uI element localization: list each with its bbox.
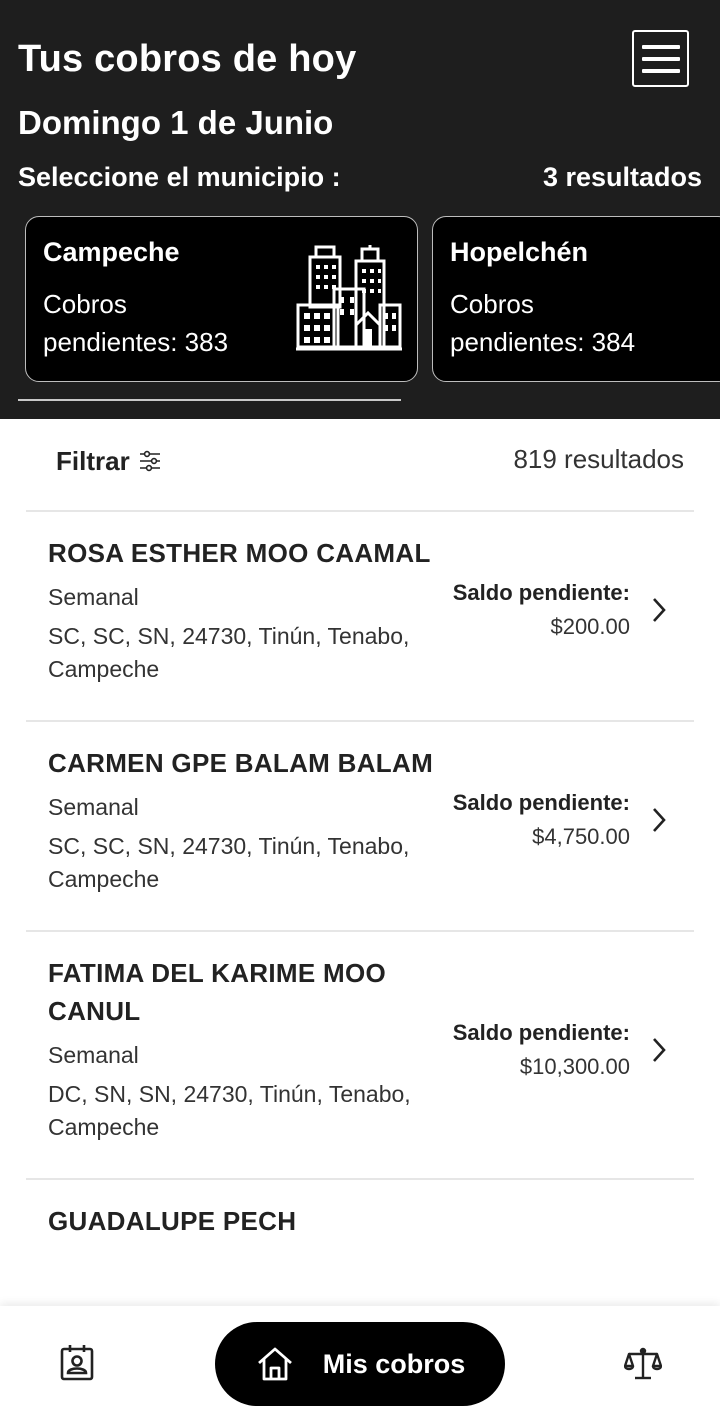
client-frequency: Semanal bbox=[48, 584, 139, 610]
saldo-value: $10,300.00 bbox=[519, 1054, 630, 1079]
client-name: ROSA ESTHER MOO CAAMAL bbox=[48, 538, 431, 568]
chevron-right-icon bbox=[653, 1038, 666, 1062]
hamburger-menu-button[interactable] bbox=[632, 30, 689, 87]
municipality-card-campeche[interactable]: Campeche Cobros pendientes: 383 bbox=[25, 216, 418, 382]
city-buildings-icon bbox=[296, 245, 402, 351]
client-row[interactable]: CARMEN GPE BALAM BALAM Semanal SC, SC, S… bbox=[26, 722, 694, 930]
pending-value: pendientes: 384 bbox=[450, 327, 636, 357]
date-label: Domingo 1 de Junio bbox=[18, 104, 334, 141]
client-name: CARMEN GPE BALAM BALAM bbox=[48, 748, 434, 778]
page-title: Tus cobros de hoy bbox=[18, 38, 357, 80]
client-address: SC, SC, SN, 24730, Tinún, Tenabo, Campec… bbox=[48, 623, 410, 682]
bottom-navigation: Mis cobros bbox=[0, 1306, 720, 1420]
filter-label: Filtrar bbox=[56, 445, 130, 476]
pending-label: Cobros bbox=[43, 289, 127, 319]
municipality-name: Hopelchén bbox=[450, 237, 589, 267]
clients-list: ROSA ESTHER MOO CAAMAL Semanal SC, SC, S… bbox=[26, 510, 694, 1300]
saldo-label: Saldo pendiente: bbox=[452, 580, 630, 605]
filter-button[interactable]: Filtrar bbox=[56, 444, 162, 478]
menu-icon-bar bbox=[641, 44, 680, 49]
chevron-right-icon bbox=[653, 598, 666, 622]
municipality-prompt: Seleccione el municipio : bbox=[18, 162, 341, 192]
municipality-card-hopelchen[interactable]: Hopelchén Cobros pendientes: 384 bbox=[432, 216, 720, 382]
client-row[interactable]: GUADALUPE PECH bbox=[26, 1180, 694, 1300]
home-icon bbox=[257, 1347, 292, 1381]
nav-center-label: Mis cobros bbox=[322, 1348, 466, 1379]
my-collections-nav-button[interactable]: Mis cobros bbox=[215, 1322, 505, 1406]
municipality-name: Campeche bbox=[43, 237, 180, 267]
client-address: DC, SN, SN, 24730, Tinún, Tenabo, Campec… bbox=[48, 1081, 411, 1140]
client-frequency: Semanal bbox=[48, 1042, 139, 1068]
menu-icon-bar bbox=[641, 56, 680, 61]
municipality-count: 3 resultados bbox=[542, 162, 702, 192]
contact-badge-icon[interactable] bbox=[58, 1344, 96, 1382]
sliders-icon bbox=[139, 450, 160, 472]
scale-icon[interactable] bbox=[624, 1346, 662, 1382]
client-name: FATIMA DEL KARIME MOO CANUL bbox=[48, 958, 387, 1026]
client-frequency: Semanal bbox=[48, 794, 139, 820]
header: Tus cobros de hoy Domingo 1 de Junio Sel… bbox=[0, 0, 720, 419]
pending-value: pendientes: 383 bbox=[43, 327, 229, 357]
saldo-value: $200.00 bbox=[550, 614, 630, 639]
saldo-label: Saldo pendiente: bbox=[452, 790, 630, 815]
client-address: SC, SC, SN, 24730, Tinún, Tenabo, Campec… bbox=[48, 833, 410, 892]
chevron-right-icon bbox=[653, 808, 666, 832]
results-count: 819 resultados bbox=[513, 444, 684, 474]
client-name: GUADALUPE PECH bbox=[48, 1206, 297, 1236]
client-row[interactable]: ROSA ESTHER MOO CAAMAL Semanal SC, SC, S… bbox=[26, 512, 694, 720]
saldo-label: Saldo pendiente: bbox=[452, 1020, 630, 1045]
pending-label: Cobros bbox=[450, 289, 534, 319]
menu-icon-bar bbox=[641, 68, 680, 73]
saldo-value: $4,750.00 bbox=[532, 824, 630, 849]
client-row[interactable]: FATIMA DEL KARIME MOO CANUL Semanal DC, … bbox=[26, 932, 694, 1178]
carousel-scroll-indicator bbox=[18, 399, 401, 401]
